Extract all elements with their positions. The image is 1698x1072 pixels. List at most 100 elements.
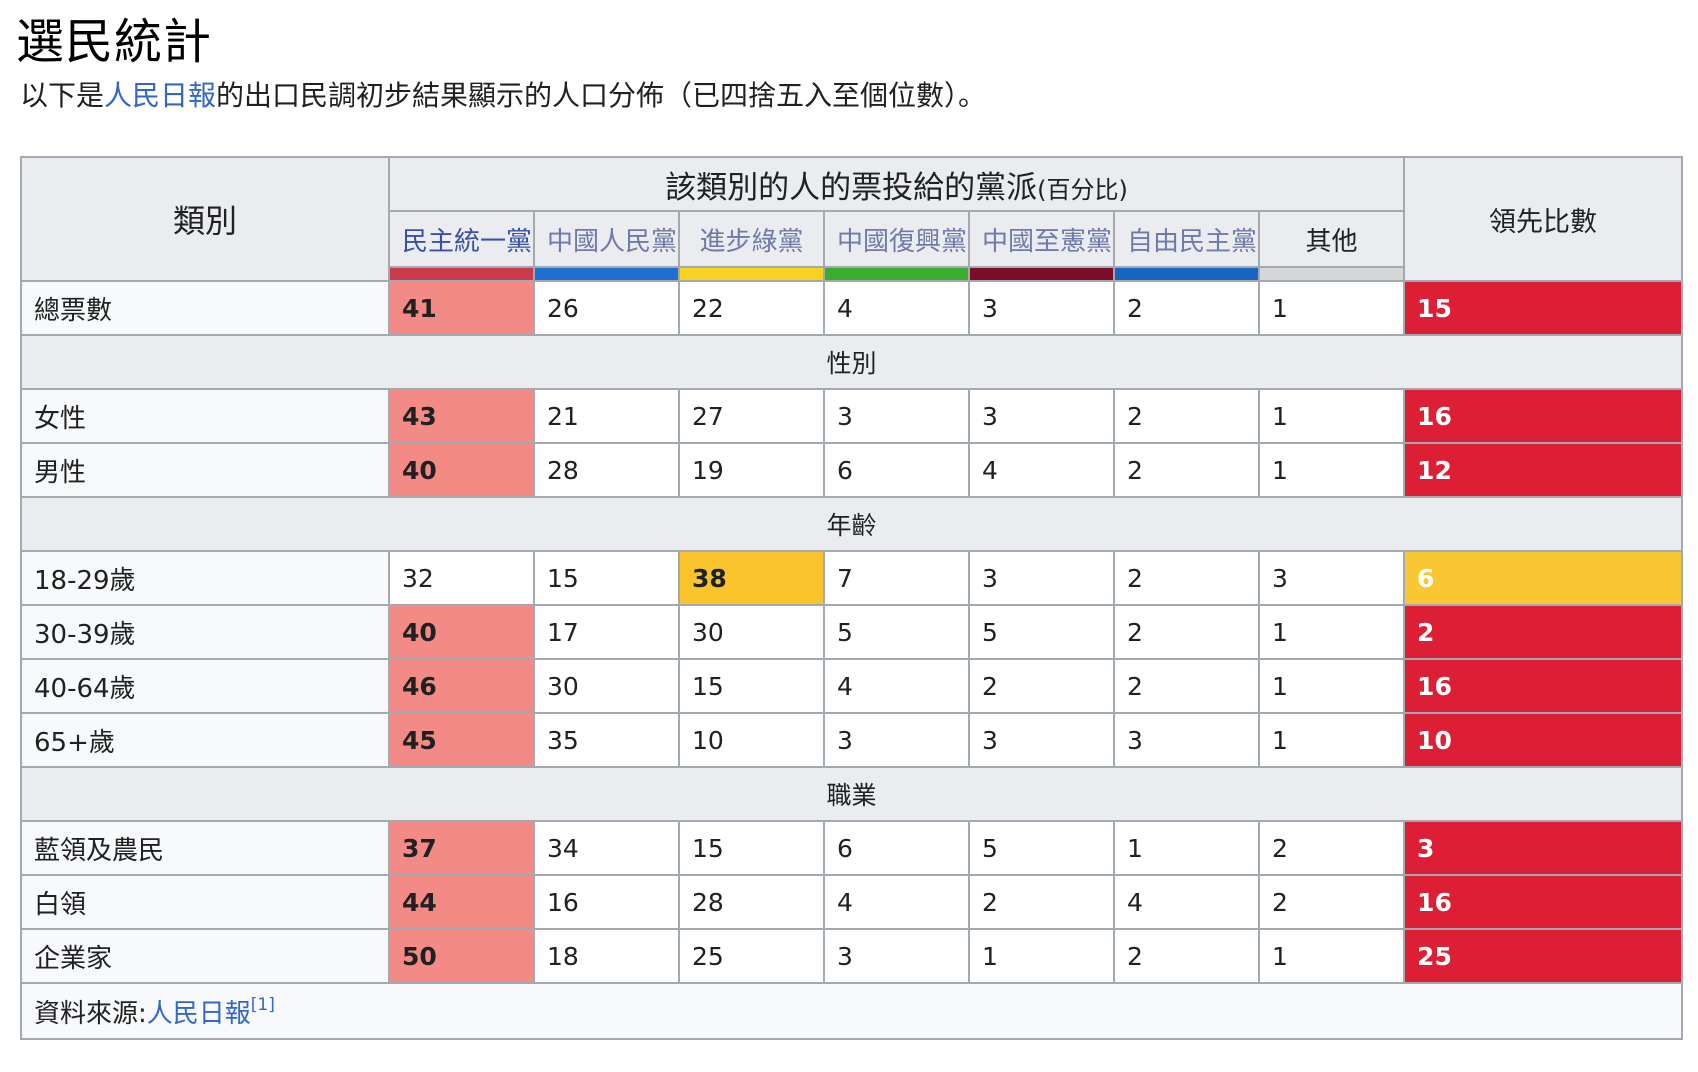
header-vote-share: 該類別的人的票投給的黨派(百分比) xyxy=(387,156,1406,212)
winning-share-cell: 44 xyxy=(388,874,535,930)
share-cell: 15 xyxy=(678,658,825,714)
table-row: 女性 43 21 27 3 3 2 1 16 xyxy=(20,388,1684,444)
share-cell: 2 xyxy=(968,658,1115,714)
header-party-1: 民主統一黨 xyxy=(388,210,535,268)
share-cell: 1 xyxy=(1257,442,1406,498)
share-cell: 26 xyxy=(533,280,680,336)
section-header-row: 性別 xyxy=(19,334,1684,390)
party-color-bar xyxy=(1257,266,1406,282)
winning-share-cell: 40 xyxy=(388,442,535,498)
intro-text-before: 以下是 xyxy=(20,79,105,112)
party-link[interactable]: 中國至憲黨 xyxy=(982,227,1112,257)
share-cell: 1 xyxy=(1113,820,1260,876)
party-color-bar xyxy=(388,266,535,282)
party-color-bar xyxy=(823,266,970,282)
row-label: 65+歲 xyxy=(20,712,390,768)
source-cell: 資料來源:人民日報[1] xyxy=(19,982,1684,1040)
lead-margin-cell: 25 xyxy=(1403,928,1684,984)
share-cell: 4 xyxy=(968,442,1115,498)
party-color-bar xyxy=(1113,266,1260,282)
table-row: 30-39歲 40 17 30 5 5 2 1 2 xyxy=(20,604,1684,660)
share-cell: 1 xyxy=(1257,280,1406,336)
intro-source-link[interactable]: 人民日報 xyxy=(104,79,216,112)
share-cell: 21 xyxy=(533,388,680,444)
header-party-5: 中國至憲黨 xyxy=(968,210,1115,268)
share-cell: 5 xyxy=(968,604,1115,660)
table-row: 65+歲 45 35 10 3 3 3 1 10 xyxy=(20,712,1684,768)
source-row: 資料來源:人民日報[1] xyxy=(19,982,1684,1040)
row-label: 30-39歲 xyxy=(20,604,390,660)
table-row: 總票數 41 26 22 4 3 2 1 15 xyxy=(20,280,1684,336)
share-cell: 6 xyxy=(823,442,970,498)
section-header-row: 年齡 xyxy=(19,496,1684,552)
header-vote-share-unit: (百分比) xyxy=(1037,175,1128,204)
page: 選民統計 以下是人民日報的出口民調初步結果顯示的人口分佈（已四捨五入至個位數）。… xyxy=(0,0,1698,1072)
party-link[interactable]: 中國人民黨 xyxy=(547,227,677,257)
share-cell: 2 xyxy=(1113,928,1260,984)
winning-share-cell: 41 xyxy=(388,280,535,336)
header-party-6: 自由民主黨 xyxy=(1113,210,1260,268)
share-cell: 1 xyxy=(1257,928,1406,984)
header-vote-share-text: 該類別的人的票投給的黨派 xyxy=(665,169,1038,206)
share-cell: 27 xyxy=(678,388,825,444)
share-cell: 15 xyxy=(678,820,825,876)
share-cell: 6 xyxy=(823,820,970,876)
row-label: 白領 xyxy=(20,874,390,930)
share-cell: 2 xyxy=(1113,550,1260,606)
winning-share-cell: 38 xyxy=(678,550,825,606)
share-cell: 2 xyxy=(1113,388,1260,444)
party-link[interactable]: 中國復興黨 xyxy=(837,227,967,257)
header-party-2: 中國人民黨 xyxy=(533,210,680,268)
table-body: 總票數 41 26 22 4 3 2 1 15 性別 女性 43 21 27 3 3 2 1 16 男性 40 28 19 6… xyxy=(19,280,1684,1040)
party-name-other: 其他 xyxy=(1305,226,1358,257)
share-cell: 28 xyxy=(678,874,825,930)
table-row: 白領 44 16 28 4 2 4 2 16 xyxy=(20,874,1684,930)
share-cell: 15 xyxy=(533,550,680,606)
winning-share-cell: 50 xyxy=(388,928,535,984)
share-cell: 5 xyxy=(823,604,970,660)
lead-margin-cell: 16 xyxy=(1403,874,1684,930)
row-label: 男性 xyxy=(20,442,390,498)
party-link[interactable]: 自由民主黨 xyxy=(1127,227,1257,257)
share-cell: 35 xyxy=(533,712,680,768)
lead-margin-cell: 16 xyxy=(1403,388,1684,444)
share-cell: 1 xyxy=(968,928,1115,984)
share-cell: 30 xyxy=(533,658,680,714)
share-cell: 3 xyxy=(1257,550,1406,606)
share-cell: 5 xyxy=(968,820,1115,876)
share-cell: 34 xyxy=(533,820,680,876)
table-row: 男性 40 28 19 6 4 2 1 12 xyxy=(20,442,1684,498)
source-label: 資料來源: xyxy=(34,998,147,1029)
winning-share-cell: 46 xyxy=(388,658,535,714)
intro-paragraph: 以下是人民日報的出口民調初步結果顯示的人口分佈（已四捨五入至個位數）。 xyxy=(20,74,986,114)
row-label: 18-29歲 xyxy=(20,550,390,606)
row-label: 藍領及農民 xyxy=(20,820,390,876)
reference-link[interactable]: [1] xyxy=(251,995,275,1015)
header-party-3: 進步綠黨 xyxy=(678,210,825,268)
party-color-bar xyxy=(533,266,680,282)
share-cell: 25 xyxy=(678,928,825,984)
winning-share-cell: 43 xyxy=(388,388,535,444)
party-link[interactable]: 進步綠黨 xyxy=(699,227,803,257)
header-category: 類別 xyxy=(20,156,390,282)
table-row: 18-29歲 32 15 38 7 3 2 3 6 xyxy=(20,550,1684,606)
share-cell: 16 xyxy=(533,874,680,930)
share-cell: 4 xyxy=(823,874,970,930)
share-cell: 10 xyxy=(678,712,825,768)
table-row: 40-64歲 46 30 15 4 2 2 1 16 xyxy=(20,658,1684,714)
share-cell: 3 xyxy=(968,388,1115,444)
table-row: 企業家 50 18 25 3 1 2 1 25 xyxy=(20,928,1684,984)
share-cell: 2 xyxy=(1113,604,1260,660)
table-row: 藍領及農民 37 34 15 6 5 1 2 3 xyxy=(20,820,1684,876)
share-cell: 22 xyxy=(678,280,825,336)
lead-margin-cell: 12 xyxy=(1403,442,1684,498)
share-cell: 1 xyxy=(1257,712,1406,768)
source-link[interactable]: 人民日報 xyxy=(147,999,251,1029)
section-title: 年齡 xyxy=(19,496,1684,552)
lead-margin-cell: 15 xyxy=(1403,280,1684,336)
party-link[interactable]: 民主統一黨 xyxy=(402,227,532,257)
section-heading: 選民統計 xyxy=(16,14,213,70)
share-cell: 3 xyxy=(823,928,970,984)
row-label: 女性 xyxy=(20,388,390,444)
share-cell: 17 xyxy=(533,604,680,660)
